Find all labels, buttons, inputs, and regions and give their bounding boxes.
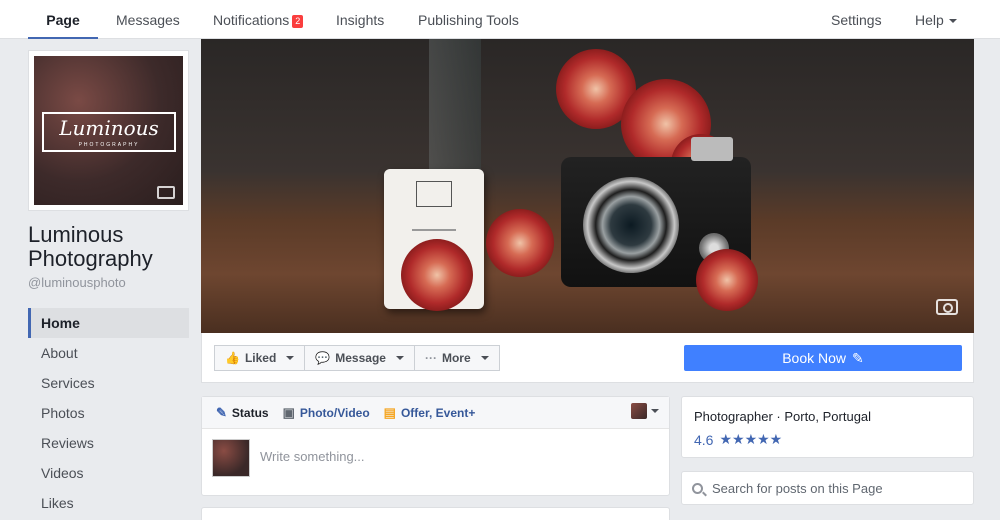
rating-row[interactable]: 4.6 ★★★★★: [694, 431, 961, 448]
search-icon: [692, 483, 703, 494]
settings-link[interactable]: Settings: [831, 0, 882, 39]
search-input[interactable]: [712, 472, 962, 504]
page-action-bar: 👍 Liked 💬 Message ··· More Book Now ✎: [201, 333, 974, 383]
page-search: [681, 471, 974, 505]
liked-button[interactable]: 👍 Liked: [214, 345, 306, 371]
tab-insights-label: Insights: [336, 12, 385, 28]
composer-tab-status[interactable]: ✎ Status: [216, 405, 269, 421]
page-category[interactable]: Photographer · Porto, Portugal: [694, 409, 961, 425]
help-label: Help: [915, 12, 944, 28]
pencil-icon: ✎: [216, 404, 227, 420]
post-composer: ✎ Status ▣ Photo/Video ▤ Offer, Event+ W…: [201, 396, 670, 496]
star-rating-icon: ★★★★★: [719, 431, 783, 447]
profile-logo-image: Luminous PHOTOGRAPHY: [34, 56, 183, 205]
tab-publishing-tools-label: Publishing Tools: [418, 12, 519, 28]
update-photo-camera-icon[interactable]: [157, 186, 175, 199]
chevron-down-icon: [948, 19, 957, 23]
logo-banner: Luminous PHOTOGRAPHY: [42, 112, 176, 152]
flower-shape: [401, 239, 473, 311]
flower-shape: [696, 249, 758, 311]
rating-value: 4.6: [694, 431, 714, 448]
book-now-button[interactable]: Book Now ✎: [684, 345, 962, 371]
composer-tab-status-label: Status: [231, 405, 269, 420]
page-title: Luminous Photography: [28, 222, 153, 271]
flower-shape: [486, 209, 554, 277]
ellipsis-icon: ···: [424, 351, 437, 365]
composer-tab-offer-event-label: Offer, Event+: [400, 405, 476, 420]
tab-publishing-tools[interactable]: Publishing Tools: [418, 0, 519, 39]
sidebar-item-likes[interactable]: Likes: [28, 488, 189, 518]
tab-page[interactable]: Page: [28, 0, 98, 39]
notifications-badge: 2: [292, 15, 304, 28]
cover-photo[interactable]: [201, 39, 974, 333]
page-info-card: Photographer · Porto, Portugal 4.6 ★★★★★: [681, 396, 974, 458]
page-username[interactable]: @luminousphoto: [28, 275, 126, 290]
composer-avatar: [212, 439, 250, 477]
sidebar-item-about[interactable]: About: [28, 338, 189, 368]
message-label: Message: [335, 351, 386, 365]
sidebar-item-services[interactable]: Services: [28, 368, 189, 398]
tab-insights[interactable]: Insights: [336, 0, 384, 39]
change-cover-camera-icon[interactable]: [936, 299, 958, 315]
chevron-down-icon: [395, 356, 404, 360]
sidebar-nav: Home About Services Photos Reviews Video…: [28, 308, 189, 518]
logo-text: Luminous: [59, 116, 159, 140]
logo-subtext: PHOTOGRAPHY: [78, 142, 140, 148]
pencil-icon: ✎: [852, 349, 864, 366]
chevron-down-icon: [480, 356, 489, 360]
tab-page-label: Page: [46, 12, 80, 28]
card-logo-shape: [416, 181, 452, 207]
settings-label: Settings: [831, 12, 882, 28]
more-label: More: [441, 351, 471, 365]
book-now-label: Book Now: [782, 350, 847, 366]
message-button[interactable]: 💬 Message: [305, 345, 415, 371]
tab-messages-label: Messages: [116, 12, 180, 28]
action-button-group: 👍 Liked 💬 Message ··· More: [214, 345, 500, 371]
camera-lens-shape: [583, 177, 679, 273]
tab-notifications-label: Notifications: [213, 12, 290, 28]
profile-picture[interactable]: Luminous PHOTOGRAPHY: [28, 50, 189, 211]
post-as-avatar[interactable]: [631, 403, 647, 419]
camera-top-shape: [691, 137, 733, 161]
composer-tab-photo-video[interactable]: ▣ Photo/Video: [283, 405, 370, 421]
composer-input[interactable]: Write something...: [260, 449, 365, 464]
message-bubble-icon: 💬: [315, 351, 331, 365]
more-button[interactable]: ··· More: [414, 345, 500, 371]
sidebar-item-videos[interactable]: Videos: [28, 458, 189, 488]
tab-notifications[interactable]: Notifications 2: [213, 0, 304, 39]
page-top-nav: Page Messages Notifications 2 Insights Pu…: [0, 0, 1000, 39]
help-menu[interactable]: Help: [915, 0, 957, 39]
thumbs-up-icon: 👍: [225, 351, 240, 365]
sidebar-item-reviews[interactable]: Reviews: [28, 428, 189, 458]
offer-icon: ▤: [383, 404, 396, 420]
feed-card: [201, 507, 670, 520]
composer-tabs: ✎ Status ▣ Photo/Video ▤ Offer, Event+: [202, 397, 669, 429]
card-line-shape: [412, 229, 456, 231]
chevron-down-icon[interactable]: [651, 409, 659, 413]
tab-messages[interactable]: Messages: [116, 0, 180, 39]
camera-icon: ▣: [282, 404, 295, 420]
liked-label: Liked: [244, 351, 277, 365]
chevron-down-icon: [286, 356, 295, 360]
composer-tab-offer-event[interactable]: ▤ Offer, Event+: [384, 405, 476, 421]
composer-tab-photo-video-label: Photo/Video: [299, 405, 370, 420]
sidebar-item-home[interactable]: Home: [28, 308, 189, 338]
sidebar-item-photos[interactable]: Photos: [28, 398, 189, 428]
